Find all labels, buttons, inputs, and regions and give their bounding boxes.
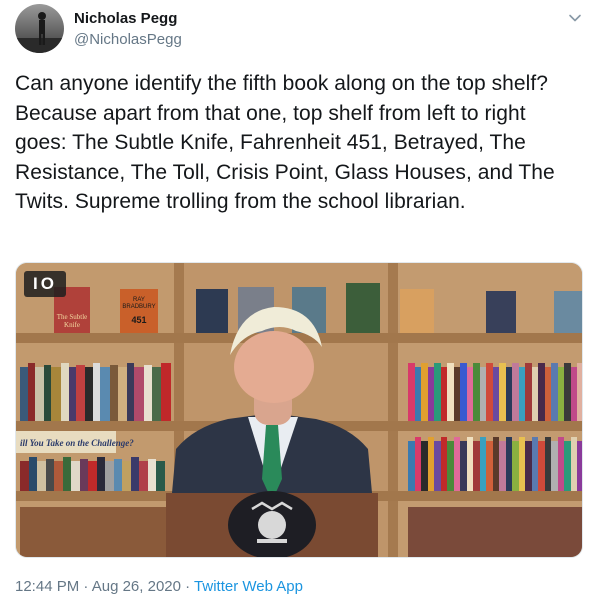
itv-logo-badge: IO (24, 271, 66, 297)
meta-separator: · (180, 578, 195, 595)
library-scene: The Subtle Knife RAY BRADBURY 451 ill Yo… (16, 263, 582, 557)
avatar[interactable] (15, 4, 64, 53)
meta-separator: · (79, 578, 92, 595)
book-glass-houses (486, 291, 516, 333)
tweet-time[interactable]: 12:44 PM (15, 578, 79, 595)
speaker-face (234, 331, 314, 403)
tweet-card: Nicholas Pegg @NicholasPegg Can anyone i… (0, 0, 598, 602)
book-spines-right-middle (408, 363, 582, 421)
user-display-name[interactable]: Nicholas Pegg (74, 10, 177, 27)
svg-text:BRADBURY: BRADBURY (122, 304, 155, 310)
book-the-toll (346, 283, 380, 333)
book-spines-left-middle (20, 363, 171, 421)
book-label: The Subtle (57, 313, 88, 321)
media-image[interactable]: The Subtle Knife RAY BRADBURY 451 ill Yo… (15, 262, 583, 558)
tweet-metadata: 12:44 PM · Aug 26, 2020 · Twitter Web Ap… (15, 578, 303, 595)
tweet-date[interactable]: Aug 26, 2020 (92, 578, 181, 595)
book-crisis-point (400, 289, 434, 333)
book-twits (554, 291, 582, 333)
user-handle[interactable]: @NicholasPegg (74, 31, 182, 48)
chevron-down-icon[interactable] (567, 10, 583, 26)
tweet-text: Can anyone identify the fifth book along… (15, 72, 555, 213)
challenge-sign-text: ill You Take on the Challenge? (20, 438, 134, 448)
book-betrayed (196, 289, 228, 333)
tweet-source-link[interactable]: Twitter Web App (194, 578, 303, 595)
svg-text:Knife: Knife (64, 321, 80, 329)
book-fahrenheit (120, 289, 158, 333)
svg-text:451: 451 (131, 315, 146, 325)
svg-text:RAY: RAY (133, 297, 145, 303)
